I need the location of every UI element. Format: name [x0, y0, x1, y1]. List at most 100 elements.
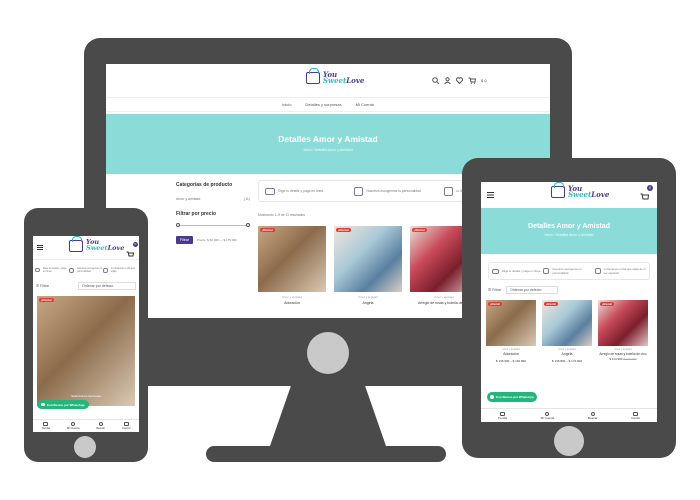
product-name[interactable]: Adoración — [486, 352, 536, 356]
cart-button[interactable]: 0 — [640, 185, 653, 206]
bottom-nav-carrito[interactable]: Carrito — [631, 411, 640, 420]
product-name[interactable]: Adoración — [258, 301, 326, 305]
product-image[interactable]: ¡Oferta! — [486, 300, 536, 346]
nav-item-mi-cuenta[interactable]: Mi Cuenta — [356, 102, 374, 107]
logo-line-sweet: Sweet — [323, 76, 347, 86]
features-strip: Elige tu detalle y paga en línea. Nosotr… — [35, 264, 137, 276]
nav-item-inicio[interactable]: Inicio — [282, 102, 291, 107]
nav-item-detalles[interactable]: Detalles y sorpresas — [305, 102, 341, 107]
feature-item: Nosotros escogemos tu personalidad. — [543, 263, 594, 279]
gift-box-logo-icon — [69, 236, 83, 252]
selection-label[interactable]: Selecciones Opciones — [37, 394, 135, 398]
phone-header: You SweetLove 0 — [33, 236, 139, 260]
logo-line-love: Love — [346, 76, 365, 86]
product-category: Amor y amistad — [358, 295, 378, 299]
user-icon[interactable] — [444, 77, 451, 84]
page-title: Detalles Amor y Amistad — [278, 134, 378, 144]
gift-icon — [354, 186, 364, 196]
slider-handle-max[interactable] — [246, 223, 250, 227]
slider-handle-min[interactable] — [176, 223, 180, 227]
whatsapp-button[interactable]: Escríbenos por WhatsApp — [37, 400, 89, 409]
filter-toggle[interactable]: ☰ Filtrar — [488, 288, 501, 292]
product-image[interactable]: ¡Oferta! Selecciones Opciones — [37, 296, 135, 406]
phone-home-button — [74, 436, 96, 458]
menu-icon[interactable] — [487, 192, 494, 198]
product-image[interactable]: ¡Oferta! — [334, 226, 402, 292]
site-logo[interactable]: You SweetLove — [551, 182, 609, 199]
bottom-nav-tienda[interactable]: Tienda — [41, 422, 50, 430]
category-name[interactable]: Amor y amistad — [176, 197, 200, 201]
breadcrumb-home[interactable]: Inicio — [303, 148, 311, 152]
whatsapp-icon — [41, 402, 45, 407]
card-icon — [265, 187, 275, 195]
bottom-nav-tienda[interactable]: Tienda — [498, 411, 507, 420]
gift-box-logo-icon — [551, 182, 565, 199]
product-category: Amor y amistad — [614, 348, 632, 351]
product-image[interactable]: ¡Oferta! — [258, 226, 326, 292]
product-card[interactable]: ¡Oferta! Amor y amistad Adoración $ 136.… — [486, 300, 536, 363]
bottom-nav-buscar[interactable]: Buscar — [96, 422, 105, 430]
feature-item: Nosotros escogemos tu personalidad. — [354, 181, 443, 201]
product-card[interactable]: ¡Oferta! Amor y amistad Angela $ 136.800… — [542, 300, 592, 363]
cart-count-badge: 0 — [647, 185, 653, 191]
cart-total: $ 0 — [481, 78, 487, 83]
product-name[interactable]: Angela — [542, 352, 592, 356]
product-price: $ 136.990 – $ 162.990 — [495, 359, 527, 363]
main-nav: Inicio Detalles y sorpresas Mi Cuenta — [106, 98, 550, 112]
bottom-nav-mi-cuenta[interactable]: Mi Cuenta — [67, 422, 80, 430]
sort-select[interactable]: Ordenar por defecto — [506, 286, 559, 294]
bottom-nav: Tienda Mi Cuenta Buscar Carrito — [33, 419, 139, 432]
cart-icon[interactable] — [126, 251, 135, 258]
cart-icon[interactable] — [640, 193, 650, 201]
filter-button[interactable]: Filtrar — [176, 236, 193, 244]
bottom-nav-buscar[interactable]: Buscar — [588, 411, 597, 420]
present-icon — [443, 186, 453, 196]
sale-badge: ¡Oferta! — [488, 302, 503, 306]
page-title: Detalles Amor y Amistad — [528, 223, 610, 230]
product-card[interactable]: ¡Oferta! Amor y amistad Adoración — [258, 226, 326, 305]
tablet-screen: You SweetLove 0 Detalles Amor y Amistad … — [481, 182, 657, 422]
category-row[interactable]: Amor y amistad (11) — [176, 197, 250, 201]
tablet-toolbar: ☰ Filtrar Ordenar por defecto — [488, 286, 559, 294]
features-strip: Elige tu detalle y paga en línea. Nosotr… — [488, 262, 650, 280]
header-icons: $ 0 — [432, 77, 487, 84]
menu-icon[interactable] — [37, 245, 43, 250]
search-icon[interactable] — [432, 77, 439, 84]
card-icon — [35, 268, 40, 272]
card-icon — [492, 268, 499, 274]
breadcrumb-current: Detalles Amor y Amistad — [314, 148, 353, 152]
sort-select[interactable]: Ordenar por defecto — [78, 282, 136, 290]
sale-badge: ¡Oferta! — [336, 228, 351, 232]
product-image[interactable]: ¡Oferta! — [598, 300, 648, 346]
filter-toggle[interactable]: ☰ Filtrar — [36, 284, 49, 288]
monitor-stand-neck — [270, 386, 386, 446]
cart-count-badge: 0 — [133, 242, 138, 247]
breadcrumb: Inicio / Detalles Amor y Amistad — [303, 148, 353, 152]
hero-banner: Detalles Amor y Amistad Inicio / Detalle… — [481, 208, 657, 254]
product-card[interactable]: ¡Oferta! Amor y amistad Arreglo de rosas… — [598, 300, 648, 363]
tablet-device: You SweetLove 0 Detalles Amor y Amistad … — [462, 158, 676, 458]
site-logo[interactable]: You SweetLove — [69, 236, 124, 252]
whatsapp-button[interactable]: Escríbenos por WhatsApp — [487, 392, 537, 402]
heart-icon[interactable] — [456, 77, 463, 84]
product-image[interactable]: ¡Oferta! — [542, 300, 592, 346]
phone-device: You SweetLove 0 Elige tu detalle y paga … — [24, 208, 148, 462]
feature-item: Elige tu detalle y paga en línea. — [492, 263, 543, 279]
product-price: $ 136.800 – $ 174.900 — [551, 359, 583, 363]
cart-icon[interactable] — [468, 77, 476, 84]
product-grid: ¡Oferta! Amor y amistad Adoración $ 136.… — [486, 300, 656, 363]
product-name[interactable]: Angela — [334, 301, 402, 305]
site-header: You SweetLove $ 0 — [106, 64, 550, 98]
product-card[interactable]: ¡Oferta! Amor y amistad Angela — [334, 226, 402, 305]
cart-button[interactable]: 0 — [126, 242, 138, 263]
tablet-header: You SweetLove 0 — [481, 182, 657, 208]
product-category: Amor y amistad — [282, 295, 302, 299]
bottom-nav-mi-cuenta[interactable]: Mi Cuenta — [541, 411, 554, 420]
product-name[interactable]: Arreglo de rosas y botella de vino — [598, 352, 648, 356]
site-logo[interactable]: You SweetLove — [306, 68, 365, 86]
bottom-nav-carrito[interactable]: Carrito — [122, 422, 131, 430]
breadcrumb: Inicio / Detalles Amor y Amistad — [544, 233, 594, 237]
present-icon — [594, 268, 601, 274]
price-slider[interactable] — [176, 223, 250, 229]
devices-mockup: You SweetLove $ 0 Inicio Detalles y sorp… — [0, 0, 700, 500]
